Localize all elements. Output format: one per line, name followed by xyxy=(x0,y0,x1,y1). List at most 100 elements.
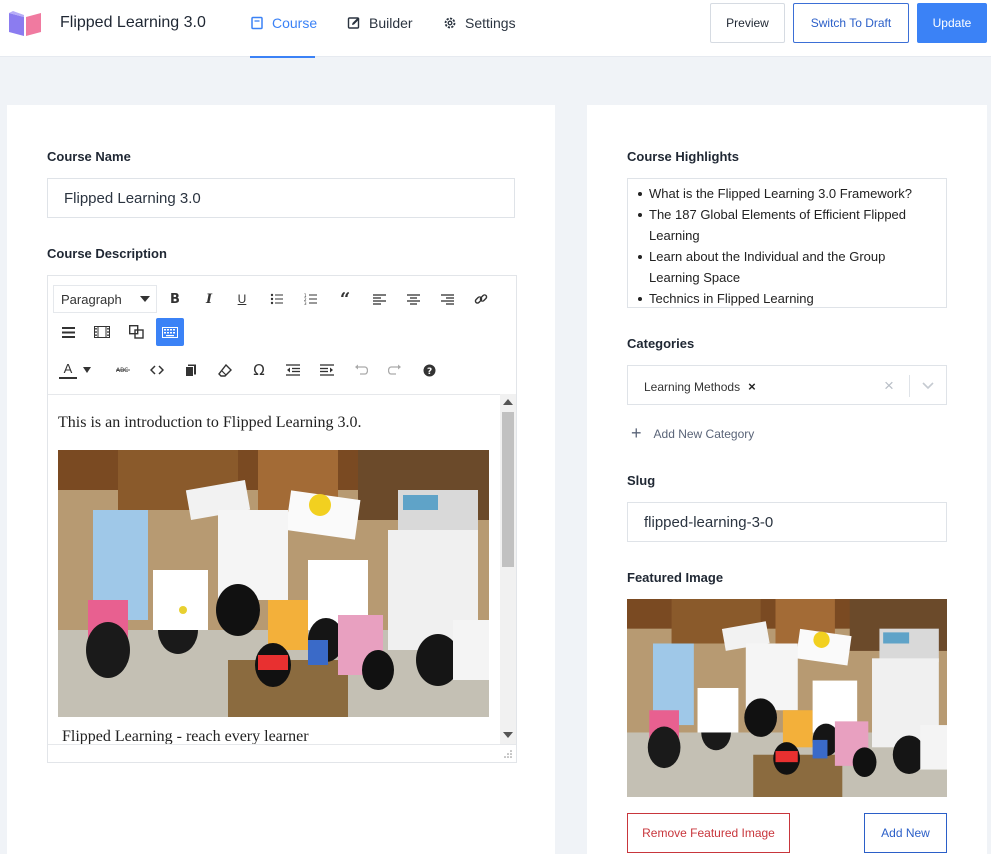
editor-content[interactable]: This is an introduction to Flipped Learn… xyxy=(48,394,500,744)
featured-image-art xyxy=(627,599,947,797)
paste-text-button[interactable] xyxy=(177,356,205,384)
scroll-up-icon[interactable] xyxy=(503,399,513,405)
intro-paragraph: This is an introduction to Flipped Learn… xyxy=(58,414,362,431)
gear-icon xyxy=(444,17,456,29)
clipboard-icon xyxy=(185,364,196,377)
course-description-label: Course Description xyxy=(47,246,167,261)
blockquote-button[interactable]: “ xyxy=(331,285,359,313)
highlight-item: The 187 Global Elements of Efficient Fli… xyxy=(636,204,936,246)
svg-text:ABC: ABC xyxy=(116,367,128,374)
align-left-icon xyxy=(372,293,386,305)
add-new-category-link[interactable]: + Add New Category xyxy=(631,423,754,444)
tab-settings-label: Settings xyxy=(465,15,516,31)
remove-featured-image-button[interactable]: Remove Featured Image xyxy=(627,813,790,853)
insert-media-button[interactable] xyxy=(88,318,116,346)
chevron-down-icon[interactable] xyxy=(921,378,935,392)
horizontal-line-icon xyxy=(61,326,75,338)
editor-toolbar: Paragraph B I U 123 “ A ABC Ω ? xyxy=(48,276,516,394)
rich-text-editor: Paragraph B I U 123 “ A ABC Ω ? This is … xyxy=(47,275,517,763)
format-select-value: Paragraph xyxy=(61,291,122,307)
classroom-photo xyxy=(58,450,489,717)
clear-icon[interactable]: × xyxy=(884,376,894,396)
undo-icon xyxy=(355,364,368,375)
resize-handle-icon[interactable] xyxy=(503,749,513,759)
numbered-list-icon: 123 xyxy=(304,293,317,305)
text-color-icon: A xyxy=(63,360,73,376)
link-icon xyxy=(474,294,488,304)
underline-icon: U xyxy=(237,292,247,306)
preview-button[interactable]: Preview xyxy=(710,3,785,43)
text-color-swatch xyxy=(59,376,77,379)
slug-input[interactable]: flipped-learning-3-0 xyxy=(627,502,947,542)
featured-image xyxy=(627,599,947,797)
course-main-panel: Course Name Flipped Learning 3.0 Course … xyxy=(7,105,555,854)
code-icon xyxy=(150,365,164,375)
caret-down-icon xyxy=(83,367,91,373)
categories-select[interactable]: Learning Methods × × xyxy=(627,365,947,405)
text-color-dropdown[interactable] xyxy=(78,356,96,384)
categories-label: Categories xyxy=(627,336,695,351)
slug-label: Slug xyxy=(627,473,656,488)
numbered-list-button[interactable]: 123 xyxy=(297,285,325,313)
category-tag: Learning Methods × xyxy=(644,379,756,394)
image-icon xyxy=(128,325,144,339)
chevron-down-icon xyxy=(140,296,150,302)
switch-to-draft-button[interactable]: Switch To Draft xyxy=(793,3,909,43)
bullet-list-icon xyxy=(270,293,283,305)
course-name-label: Course Name xyxy=(47,149,131,164)
tab-course-label: Course xyxy=(272,15,318,31)
horizontal-line-button[interactable] xyxy=(54,318,82,346)
keyboard-button[interactable] xyxy=(156,318,184,346)
redo-button[interactable] xyxy=(381,356,409,384)
scroll-down-icon[interactable] xyxy=(503,732,513,738)
remove-tag-icon[interactable]: × xyxy=(748,379,756,394)
book-logo-icon xyxy=(9,11,41,36)
help-button[interactable]: ? xyxy=(415,356,443,384)
course-name-input[interactable]: Flipped Learning 3.0 xyxy=(47,178,515,218)
course-sidebar-panel: Course Highlights What is the Flipped Le… xyxy=(587,105,987,854)
link-button[interactable] xyxy=(467,285,495,313)
svg-text:3: 3 xyxy=(304,301,307,305)
align-left-button[interactable] xyxy=(365,285,393,313)
tab-builder[interactable]: Builder xyxy=(347,15,413,31)
eraser-icon xyxy=(218,363,232,377)
underline-button[interactable]: U xyxy=(228,285,256,313)
course-highlights-label: Course Highlights xyxy=(627,149,739,164)
bold-icon: B xyxy=(170,291,180,307)
tab-course[interactable]: Course xyxy=(250,15,317,31)
caption-paragraph: Flipped Learning - reach every learner xyxy=(62,728,309,744)
add-new-category-label: Add New Category xyxy=(653,426,755,441)
indent-button[interactable] xyxy=(313,356,341,384)
quote-icon: “ xyxy=(339,288,351,310)
scroll-thumb[interactable] xyxy=(502,412,514,567)
tab-settings[interactable]: Settings xyxy=(443,15,516,31)
clear-formatting-button[interactable] xyxy=(211,356,239,384)
select-divider xyxy=(909,375,910,397)
strikethrough-button[interactable]: ABC xyxy=(109,356,137,384)
outdent-button[interactable] xyxy=(279,356,307,384)
book-icon xyxy=(251,16,263,30)
keyboard-icon xyxy=(162,326,178,338)
classroom-photo-art xyxy=(58,450,489,717)
undo-button[interactable] xyxy=(347,356,375,384)
update-button[interactable]: Update xyxy=(917,3,987,43)
highlight-item: What is the Flipped Learning 3.0 Framewo… xyxy=(636,183,936,204)
top-bar: Flipped Learning 3.0 Course Builder Sett… xyxy=(0,0,991,58)
align-center-button[interactable] xyxy=(399,285,427,313)
course-title: Flipped Learning 3.0 xyxy=(60,14,206,31)
plus-icon: + xyxy=(631,423,642,443)
align-right-button[interactable] xyxy=(433,285,461,313)
code-button[interactable] xyxy=(143,356,171,384)
format-select[interactable]: Paragraph xyxy=(53,285,157,313)
course-highlights-textarea[interactable]: What is the Flipped Learning 3.0 Framewo… xyxy=(627,178,947,308)
bullet-list-button[interactable] xyxy=(263,285,291,313)
add-new-image-button[interactable]: Add New xyxy=(864,813,947,853)
special-character-button[interactable]: Ω xyxy=(245,356,273,384)
editor-scrollbar[interactable] xyxy=(500,394,516,744)
insert-image-button[interactable] xyxy=(122,318,150,346)
italic-button[interactable]: I xyxy=(195,285,223,313)
bold-button[interactable]: B xyxy=(161,285,189,313)
active-tab-indicator xyxy=(250,56,315,58)
help-icon: ? xyxy=(423,364,435,377)
indent-icon xyxy=(320,364,334,376)
